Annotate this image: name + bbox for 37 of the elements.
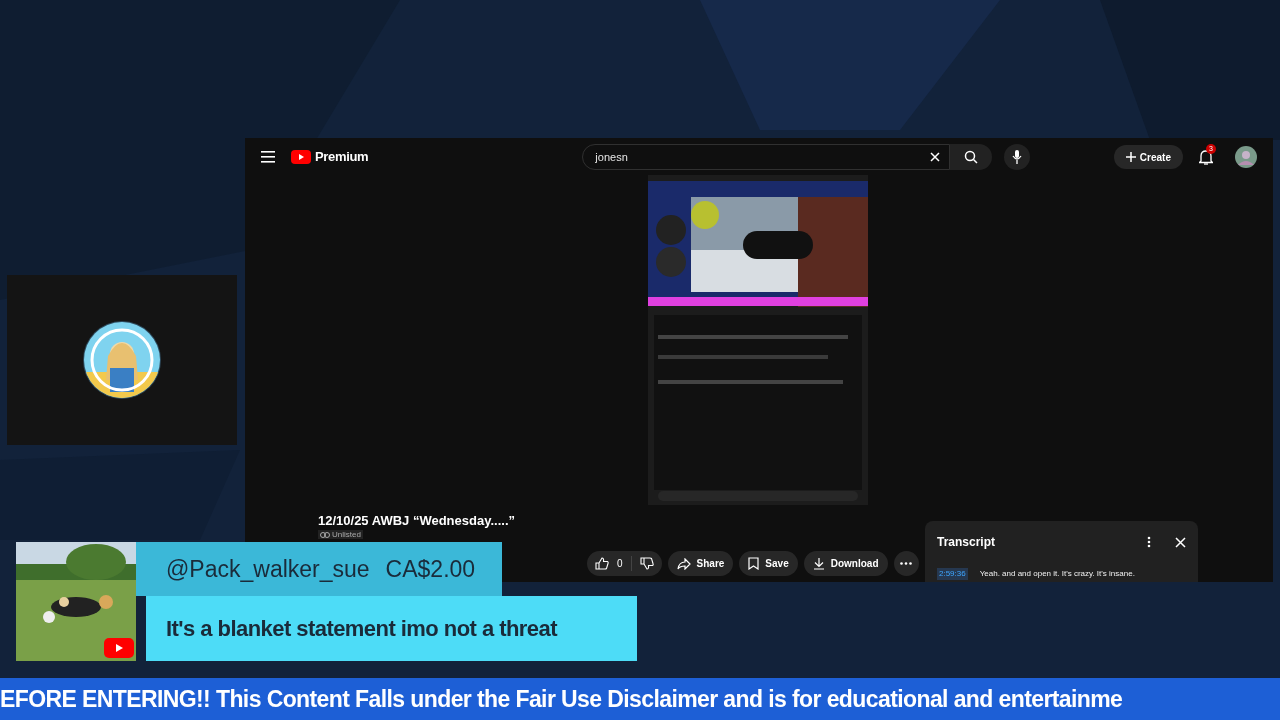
play-logo-icon[interactable]	[291, 150, 311, 164]
brand-name: Premium	[315, 148, 369, 167]
menu-icon[interactable]	[261, 151, 275, 163]
video-title: 12/10/25 AWBJ “Wednesday.....”	[318, 514, 515, 528]
username: @Pack_walker_sue	[166, 554, 370, 584]
search-icon	[964, 150, 979, 164]
link-icon	[320, 531, 330, 538]
like-button[interactable]: 0	[587, 556, 632, 571]
message-text: It's a blanket statement imo not a threat	[166, 615, 557, 643]
more-icon[interactable]	[1147, 536, 1151, 548]
thumbs-up-icon	[595, 557, 609, 570]
search-field[interactable]: jonesn	[582, 144, 951, 170]
share-button[interactable]: Share	[667, 551, 734, 576]
avatar-icon[interactable]	[1235, 146, 1257, 168]
plus-icon	[1125, 152, 1136, 162]
panel-title: Transcript	[937, 534, 996, 551]
share-arrow-icon	[676, 557, 691, 570]
transcript-text: Yeah. and and open it. It's crazy. It's insane.	[979, 568, 1135, 580]
close-icon[interactable]	[1175, 536, 1186, 548]
more-icon	[900, 562, 912, 565]
thumbs-down-icon	[639, 557, 654, 570]
microphone-button[interactable]	[1004, 144, 1031, 170]
microphone-icon	[1012, 150, 1023, 164]
donation-amount: CA$2.00	[385, 554, 476, 584]
timestamp-link[interactable]: 2:59:36	[937, 568, 968, 580]
visibility-tag: Unlisted	[318, 530, 363, 539]
more-button[interactable]	[893, 551, 919, 576]
play-logo-icon	[104, 638, 134, 658]
save-button[interactable]: Save	[739, 551, 798, 576]
download-button[interactable]: Download	[803, 551, 888, 576]
download-icon	[812, 557, 825, 570]
bell-icon[interactable]	[1199, 149, 1213, 165]
search-button[interactable]	[950, 144, 993, 170]
bookmark-icon	[748, 557, 760, 570]
create-button[interactable]: Create	[1113, 145, 1183, 169]
ticker-text: EFORE ENTERING!! This Content Falls under the Fair Use Disclaimer and is for educational and entertainme	[0, 684, 1123, 714]
close-icon[interactable]	[930, 152, 941, 162]
